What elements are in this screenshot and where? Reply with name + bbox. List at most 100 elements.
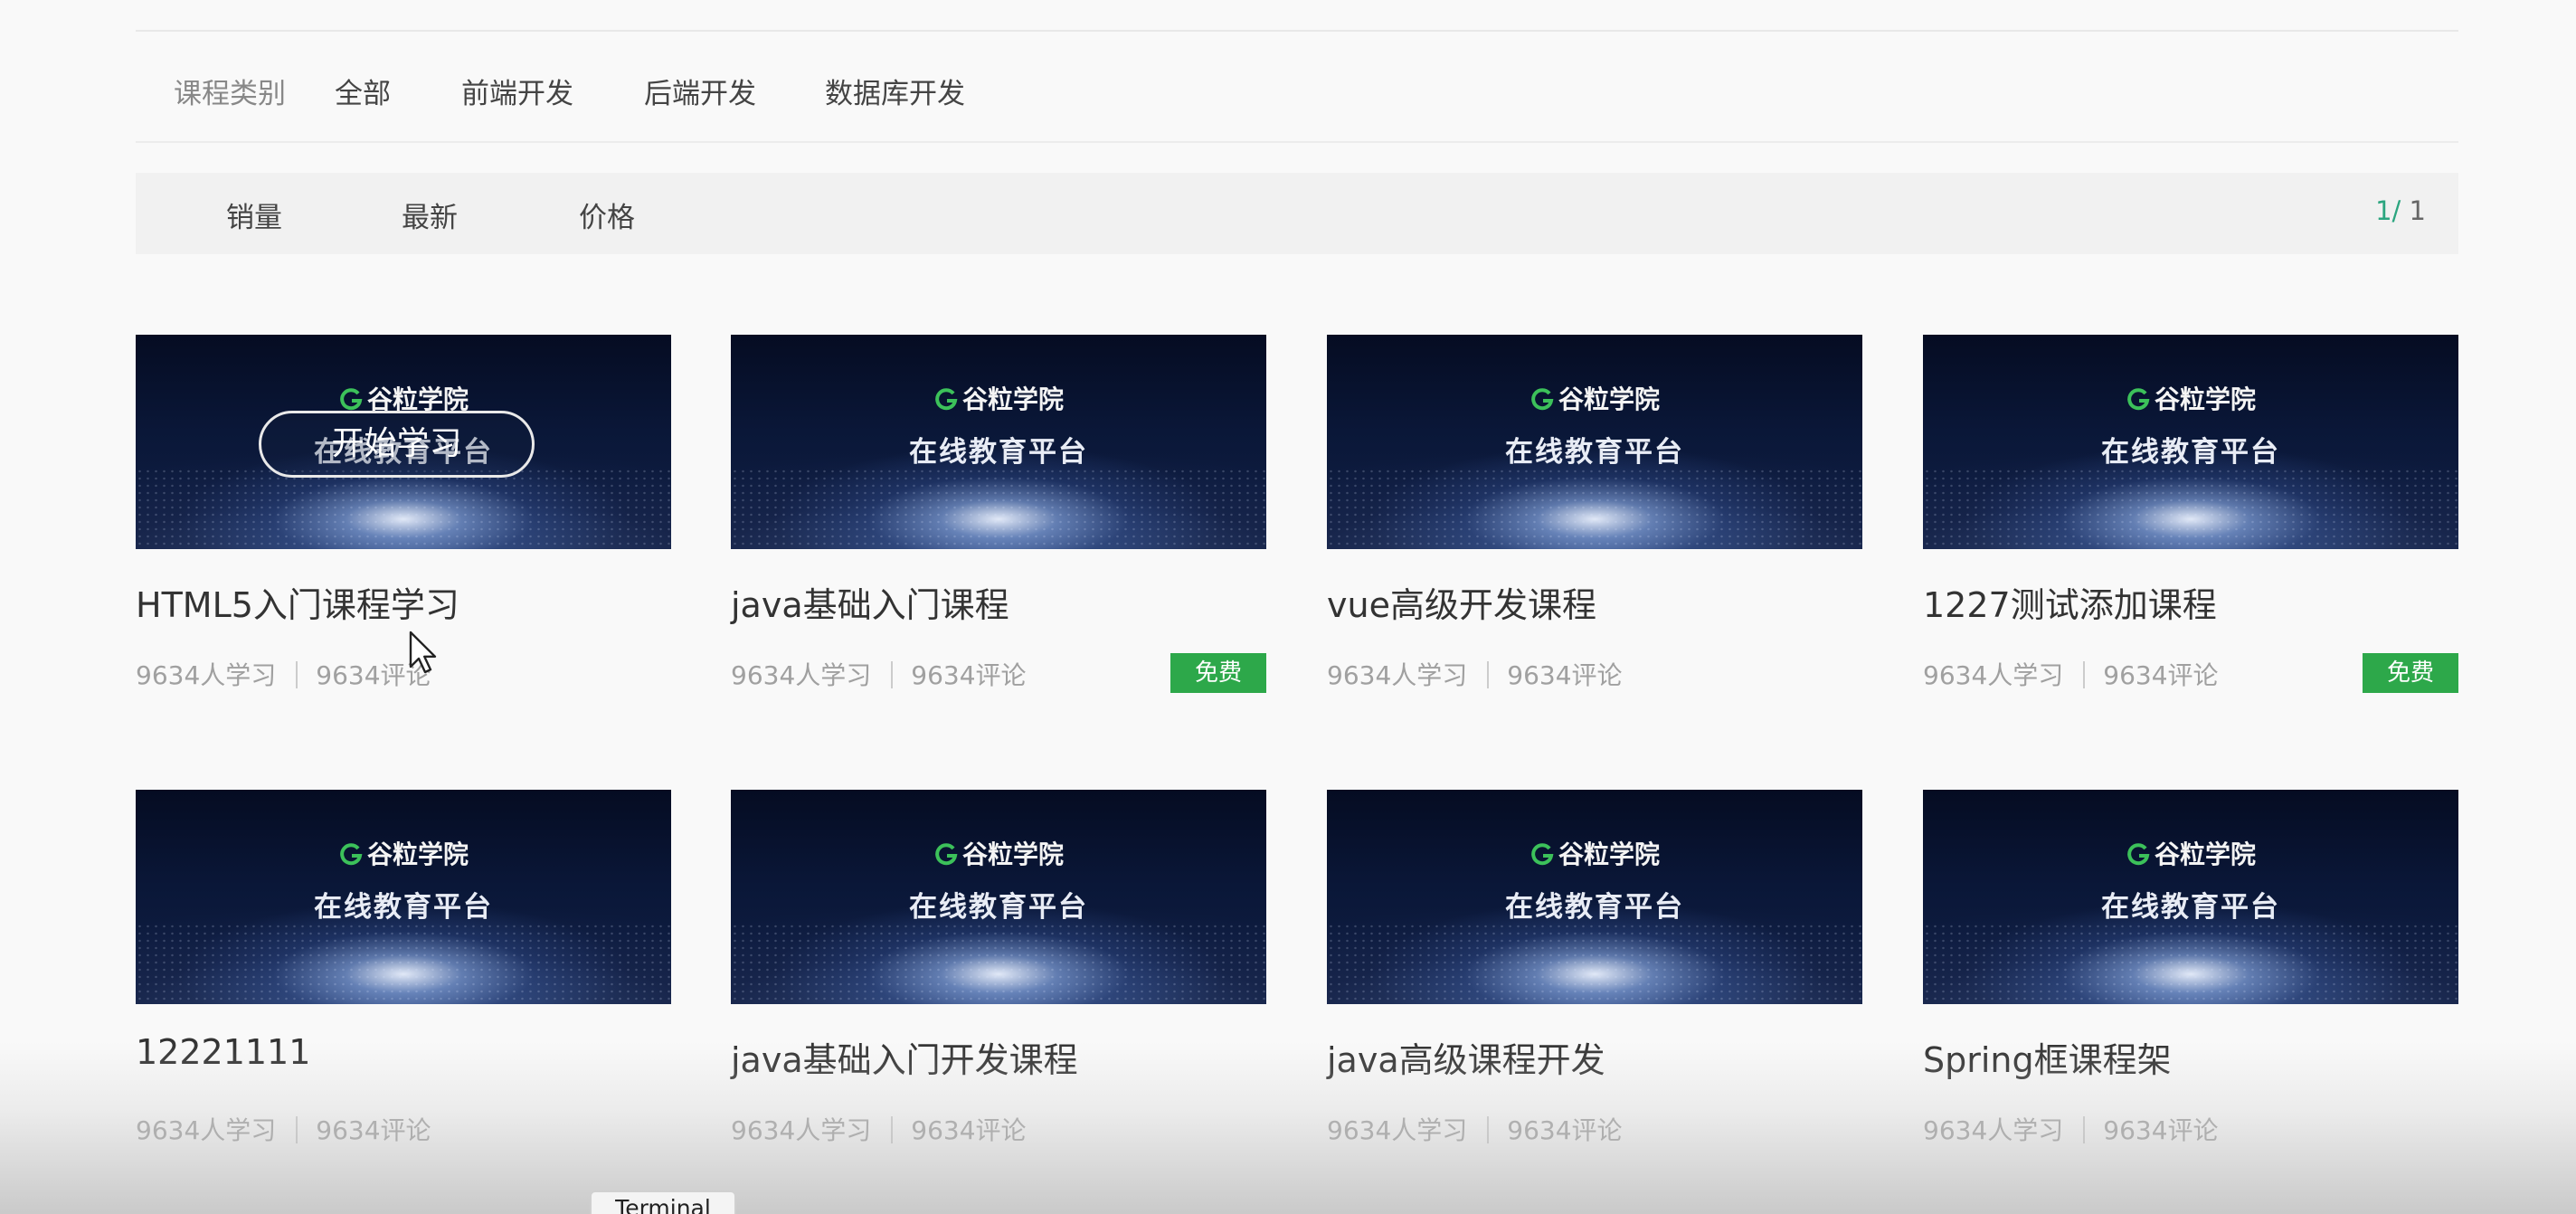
comment-count: 9634评论 — [911, 1115, 1027, 1145]
course-meta: 9634人学习 9634评论 — [1923, 1111, 2219, 1147]
brand-logo-icon — [1531, 388, 1554, 411]
course-thumbnail[interactable]: 谷粒学院 在线教育平台 开始学习 — [136, 335, 671, 549]
course-title[interactable]: java基础入门开发课程 — [731, 1032, 1078, 1082]
learner-count: 9634人学习 — [731, 1115, 872, 1145]
platform-caption: 在线教育平台 — [909, 891, 1088, 924]
learner-count: 9634人学习 — [1923, 660, 2064, 690]
course-thumbnail[interactable]: 谷粒学院 在线教育平台 — [731, 790, 1266, 1004]
platform-caption: 在线教育平台 — [314, 891, 493, 924]
category-all[interactable]: 全部 — [335, 71, 391, 111]
category-database[interactable]: 数据库开发 — [825, 71, 965, 111]
platform-caption: 在线教育平台 — [2101, 436, 2280, 469]
brand-logo: 谷粒学院 — [731, 380, 1266, 416]
course-title[interactable]: java基础入门课程 — [731, 577, 1009, 627]
start-learning-button[interactable]: 开始学习 — [259, 411, 535, 478]
course-thumbnail[interactable]: 谷粒学院 在线教育平台 — [1327, 790, 1862, 1004]
course-thumbnail[interactable]: 谷粒学院 在线教育平台 — [731, 335, 1266, 549]
category-label: 课程类别 — [174, 78, 286, 110]
meta-divider — [891, 661, 894, 688]
learner-count: 9634人学习 — [1327, 1115, 1468, 1145]
course-title[interactable]: java高级课程开发 — [1327, 1032, 1605, 1082]
brand-name: 谷粒学院 — [2154, 839, 2256, 869]
platform-caption: 在线教育平台 — [2101, 891, 2280, 924]
terminal-tooltip: Terminal — [590, 1190, 736, 1214]
comment-count: 9634评论 — [2103, 1115, 2219, 1145]
meta-divider — [1487, 1116, 1490, 1143]
learner-count: 9634人学习 — [136, 1115, 277, 1145]
total-pages: 1 — [2401, 195, 2426, 226]
course-meta: 9634人学习 9634评论 — [136, 1111, 431, 1147]
mouse-pointer-icon — [409, 631, 437, 674]
course-meta: 9634人学习 9634评论 — [1327, 656, 1623, 692]
course-card[interactable]: 谷粒学院 在线教育平台 1227测试添加课程 9634人学习 9634评论 免费 — [1923, 335, 2458, 693]
platform-caption: 在线教育平台 — [1505, 436, 1684, 469]
learner-count: 9634人学习 — [731, 660, 872, 690]
page-indicator: 1/ 1 — [2375, 195, 2426, 226]
course-meta: 9634人学习 9634评论 — [731, 656, 1027, 692]
sort-by-sales[interactable]: 销量 — [226, 194, 282, 235]
brand-logo-icon — [1531, 843, 1554, 866]
course-title[interactable]: Spring框课程架 — [1923, 1032, 2172, 1082]
brand-logo-icon — [2127, 388, 2150, 411]
learner-count: 9634人学习 — [1923, 1115, 2064, 1145]
brand-logo: 谷粒学院 — [1923, 380, 2458, 416]
course-card[interactable]: 谷粒学院 在线教育平台 java基础入门开发课程 9634人学习 9634评论 — [731, 790, 1266, 1145]
brand-logo: 谷粒学院 — [136, 835, 671, 871]
comment-count: 9634评论 — [1507, 660, 1623, 690]
course-meta: 9634人学习 9634评论 — [731, 1111, 1027, 1147]
platform-caption: 在线教育平台 — [1505, 891, 1684, 924]
brand-name: 谷粒学院 — [1558, 839, 1660, 869]
sort-bar: 销量 最新 价格 1/ 1 — [136, 173, 2458, 254]
category-filter-bar: 课程类别 全部 前端开发 后端开发 数据库开发 — [136, 33, 2458, 143]
category-frontend[interactable]: 前端开发 — [461, 71, 573, 111]
course-meta: 9634人学习 9634评论 — [136, 656, 431, 692]
comment-count: 9634评论 — [316, 1115, 431, 1145]
learner-count: 9634人学习 — [1327, 660, 1468, 690]
meta-divider — [891, 1116, 894, 1143]
brand-name: 谷粒学院 — [961, 839, 1064, 869]
sort-by-newest[interactable]: 最新 — [402, 194, 458, 235]
platform-caption: 在线教育平台 — [909, 436, 1088, 469]
course-title[interactable]: 12221111 — [136, 1032, 310, 1072]
course-meta: 9634人学习 9634评论 — [1327, 1111, 1623, 1147]
current-page: 1 — [2375, 195, 2392, 226]
course-card[interactable]: 谷粒学院 在线教育平台 开始学习 HTML5入门课程学习 9634人学习 9634… — [136, 335, 671, 690]
brand-logo-icon — [2127, 843, 2150, 866]
brand-logo-icon — [340, 843, 363, 866]
course-card[interactable]: 谷粒学院 在线教育平台 vue高级开发课程 9634人学习 9634评论 — [1327, 335, 1862, 690]
comment-count: 9634评论 — [1507, 1115, 1623, 1145]
brand-logo-icon — [935, 388, 958, 411]
brand-name: 谷粒学院 — [1558, 384, 1660, 414]
course-title[interactable]: 1227测试添加课程 — [1923, 577, 2217, 627]
course-card[interactable]: 谷粒学院 在线教育平台 12221111 9634人学习 9634评论 — [136, 790, 671, 1145]
brand-logo: 谷粒学院 — [1923, 835, 2458, 871]
brand-logo: 谷粒学院 — [731, 835, 1266, 871]
brand-name: 谷粒学院 — [961, 384, 1064, 414]
meta-divider — [296, 1116, 298, 1143]
course-thumbnail[interactable]: 谷粒学院 在线教育平台 — [1923, 335, 2458, 549]
course-card[interactable]: 谷粒学院 在线教育平台 java高级课程开发 9634人学习 9634评论 — [1327, 790, 1862, 1145]
brand-name: 谷粒学院 — [366, 839, 469, 869]
category-backend[interactable]: 后端开发 — [644, 71, 756, 111]
brand-name: 谷粒学院 — [2154, 384, 2256, 414]
course-thumbnail[interactable]: 谷粒学院 在线教育平台 — [1327, 335, 1862, 549]
course-meta: 9634人学习 9634评论 — [1923, 656, 2219, 692]
course-list-page: 课程类别 全部 前端开发 后端开发 数据库开发 销量 最新 价格 1/ 1 谷粒… — [0, 0, 2576, 1214]
free-badge: 免费 — [1170, 653, 1266, 693]
meta-divider — [296, 661, 298, 688]
meta-divider — [1487, 661, 1490, 688]
course-card[interactable]: 谷粒学院 在线教育平台 Spring框课程架 9634人学习 9634评论 — [1923, 790, 2458, 1145]
top-divider — [136, 30, 2458, 32]
course-title[interactable]: HTML5入门课程学习 — [136, 577, 459, 627]
course-title[interactable]: vue高级开发课程 — [1327, 577, 1596, 627]
course-thumbnail[interactable]: 谷粒学院 在线教育平台 — [136, 790, 671, 1004]
brand-logo: 谷粒学院 — [1327, 835, 1862, 871]
comment-count: 9634评论 — [911, 660, 1027, 690]
course-card[interactable]: 谷粒学院 在线教育平台 java基础入门课程 9634人学习 9634评论 免费 — [731, 335, 1266, 693]
free-badge: 免费 — [2363, 653, 2458, 693]
page-separator: / — [2391, 195, 2401, 226]
learner-count: 9634人学习 — [136, 660, 277, 690]
course-thumbnail[interactable]: 谷粒学院 在线教育平台 — [1923, 790, 2458, 1004]
meta-divider — [2083, 1116, 2086, 1143]
sort-by-price[interactable]: 价格 — [579, 194, 635, 235]
